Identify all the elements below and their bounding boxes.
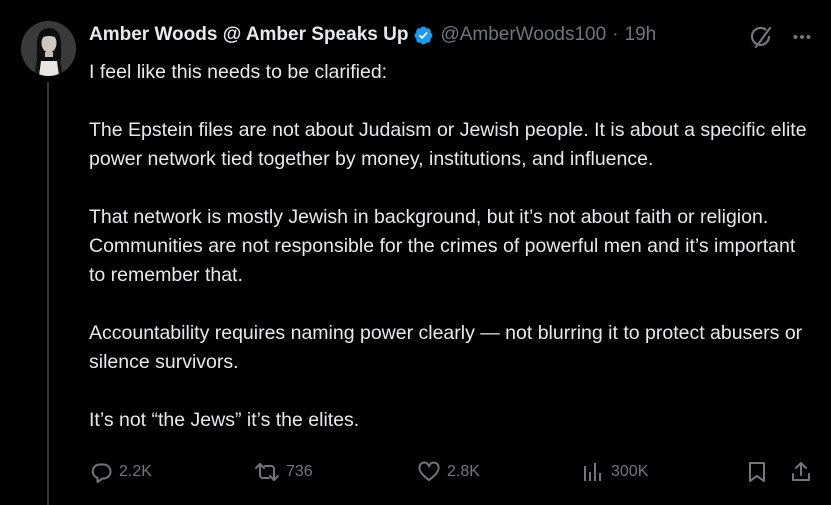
- tweet-paragraph: That network is mostly Jewish in backgro…: [89, 206, 796, 286]
- views-icon: [581, 460, 605, 484]
- tweet-paragraph: I feel like this needs to be clarified:: [89, 61, 388, 83]
- share-button[interactable]: [789, 458, 813, 486]
- timestamp[interactable]: 19h: [625, 24, 657, 46]
- tweet-paragraph: Accountability requires naming power cle…: [89, 322, 803, 373]
- avatar[interactable]: [21, 21, 76, 76]
- bookmark-icon: [745, 460, 769, 484]
- grok-icon[interactable]: [748, 24, 774, 50]
- tweet-header: Amber Woods @ Amber Speaks Up @AmberWood…: [89, 22, 656, 48]
- verified-badge-icon[interactable]: [413, 25, 434, 46]
- author-display-name[interactable]: Amber Woods @ Amber Speaks Up: [89, 24, 408, 46]
- reply-icon: [89, 460, 113, 484]
- separator-dot: ·: [612, 24, 619, 45]
- header-actions: [748, 24, 812, 50]
- repost-icon: [254, 460, 280, 484]
- views-count: 300K: [611, 463, 649, 480]
- reply-count: 2.2K: [119, 463, 152, 480]
- thread-line: [47, 82, 49, 505]
- share-icon: [789, 460, 813, 484]
- heart-icon: [417, 460, 441, 484]
- views-button[interactable]: 300K: [581, 458, 648, 486]
- tweet-paragraph: The Epstein files are not about Judaism …: [89, 119, 807, 170]
- author-handle[interactable]: @AmberWoods100: [440, 24, 606, 46]
- like-count: 2.8K: [447, 463, 480, 480]
- tweet-paragraph: It’s not “the Jews” it’s the elites.: [89, 409, 360, 431]
- more-icon[interactable]: [792, 27, 812, 47]
- repost-count: 736: [286, 463, 313, 480]
- tweet[interactable]: Amber Woods @ Amber Speaks Up @AmberWood…: [0, 0, 831, 505]
- reply-button[interactable]: 2.2K: [89, 458, 152, 486]
- tweet-text: I feel like this needs to be clarified: …: [89, 58, 809, 435]
- bookmark-button[interactable]: [745, 458, 769, 486]
- repost-button[interactable]: 736: [254, 458, 313, 486]
- action-bar: 2.2K 736 2.8K 300K: [89, 458, 813, 486]
- like-button[interactable]: 2.8K: [417, 458, 480, 486]
